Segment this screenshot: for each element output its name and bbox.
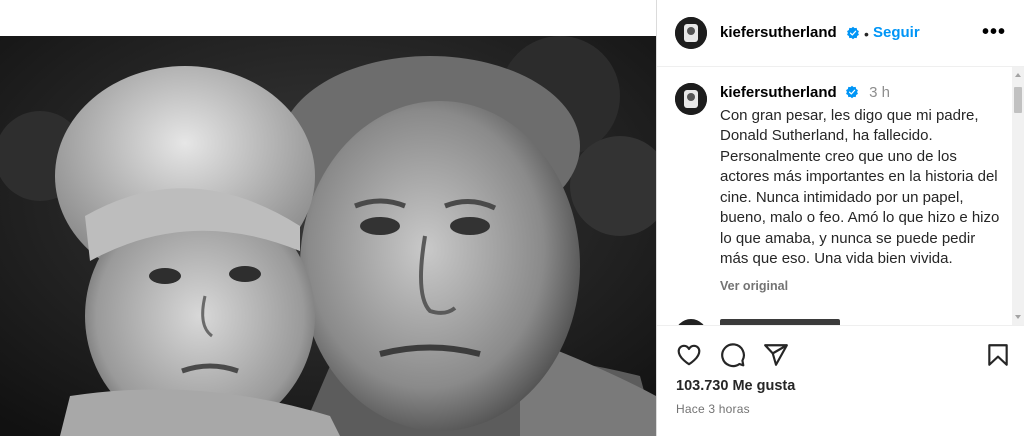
post-photo-image <box>0 36 656 436</box>
post-caption: kiefersutherland 3 h Con gran pesar, les… <box>720 83 1000 270</box>
avatar-photo-icon <box>675 83 707 115</box>
verified-badge-icon <box>845 85 858 99</box>
post-side-panel: kiefersutherland • Seguir ••• kiefersuth… <box>656 0 1024 436</box>
caption-username[interactable]: kiefersutherland <box>720 84 837 101</box>
follow-button[interactable]: Seguir <box>873 24 920 41</box>
avatar-photo-icon <box>675 17 707 49</box>
verified-badge-icon <box>847 26 859 40</box>
caption-author-avatar[interactable] <box>675 83 707 115</box>
see-original-link[interactable]: Ver original <box>720 279 788 293</box>
likes-count[interactable]: 103.730 Me gusta <box>676 378 795 394</box>
post-photo[interactable] <box>0 36 656 436</box>
post-header: kiefersutherland • Seguir ••• <box>657 0 1024 67</box>
bookmark-icon[interactable] <box>985 342 1011 368</box>
post-timestamp[interactable]: Hace 3 horas <box>676 402 750 416</box>
header-separator: • <box>864 26 869 42</box>
caption-text: Con gran pesar, les digo que mi padre, D… <box>720 106 1000 268</box>
scroll-thumb[interactable] <box>1014 87 1022 113</box>
share-icon[interactable] <box>763 342 789 368</box>
more-options-icon[interactable]: ••• <box>982 22 1006 42</box>
heart-icon[interactable] <box>676 342 702 368</box>
scroll-up-arrow-icon[interactable] <box>1015 73 1021 77</box>
author-username[interactable]: kiefersutherland <box>720 24 837 41</box>
comment-icon[interactable] <box>720 342 746 368</box>
comments-list[interactable]: kiefersutherland 3 h Con gran pesar, les… <box>657 67 1013 325</box>
comments-scrollbar[interactable] <box>1012 67 1024 325</box>
scroll-down-arrow-icon[interactable] <box>1015 315 1021 319</box>
author-avatar[interactable] <box>675 17 707 49</box>
post-actions: 103.730 Me gusta Hace 3 horas <box>657 325 1024 437</box>
caption-time[interactable]: 3 h <box>869 84 890 101</box>
post-media-area <box>0 0 656 436</box>
